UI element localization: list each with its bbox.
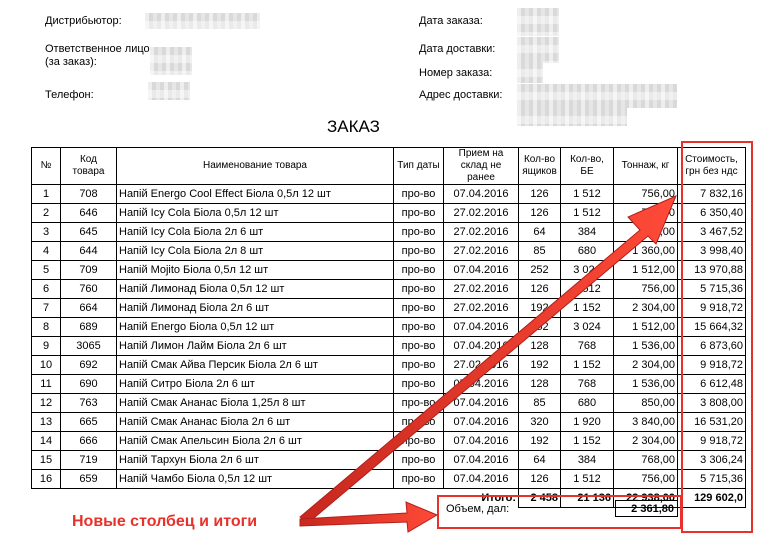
annotation-note: Новые столбец и итоги <box>72 513 258 530</box>
annotation-arrows <box>299 195 677 533</box>
arrow-to-cost-column <box>299 195 677 524</box>
